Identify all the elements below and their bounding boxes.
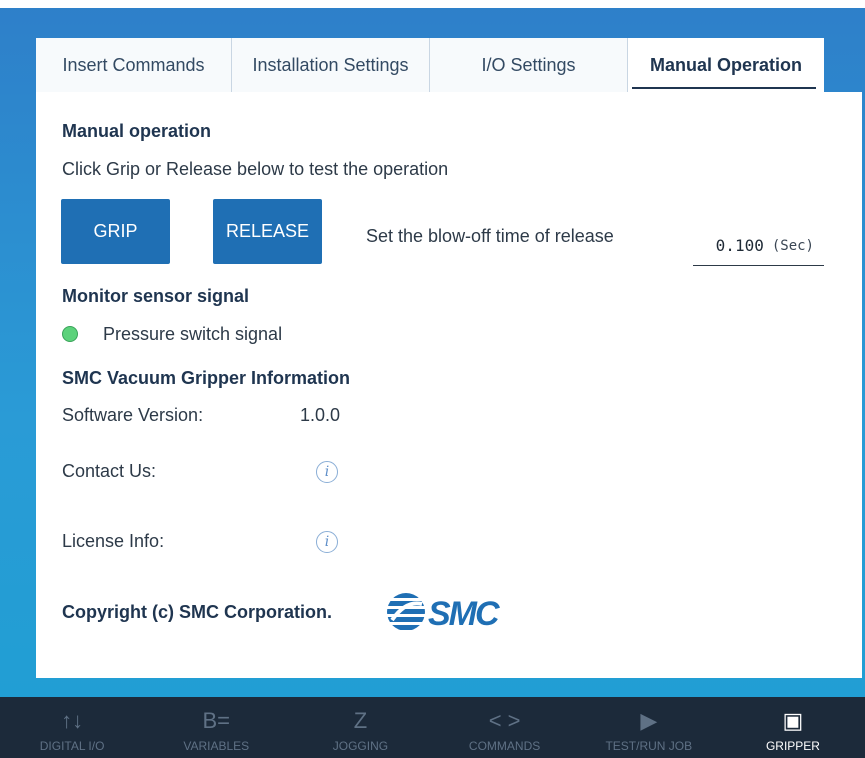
nav-commands[interactable]: < > COMMANDS <box>433 697 577 758</box>
tab-insert-commands[interactable]: Insert Commands <box>36 38 232 92</box>
play-icon: ▶ <box>640 708 658 733</box>
nav-jogging[interactable]: Z JOGGING <box>288 697 432 758</box>
blowoff-time-input[interactable]: 0.100 (Sec) <box>693 226 824 266</box>
license-info-label: License Info: <box>62 531 165 551</box>
digital-io-icon: ↑↓ <box>61 708 84 733</box>
tab-bar: Insert Commands Installation Settings I/… <box>36 38 824 92</box>
nav-digital-io-label: DIGITAL I/O <box>39 739 105 753</box>
nav-variables-label: VARIABLES <box>183 739 250 753</box>
blowoff-time-label: Set the blow-off time of release <box>366 226 614 246</box>
nav-gripper-label: GRIPPER <box>765 739 820 753</box>
top-strip <box>0 0 865 8</box>
info-heading: SMC Vacuum Gripper Information <box>62 368 351 388</box>
copyright-text: Copyright (c) SMC Corporation. <box>62 602 332 622</box>
app-frame: Insert Commands Installation Settings I/… <box>0 0 865 758</box>
manual-operation-heading: Manual operation <box>62 121 212 141</box>
nav-test-run-job-label: TEST/RUN JOB <box>605 739 693 753</box>
release-button[interactable]: RELEASE <box>213 199 322 264</box>
smc-logo-mark: SMC <box>387 593 502 633</box>
gripper-icon: ▣ <box>782 708 804 733</box>
tab-io-settings[interactable]: I/O Settings <box>430 38 628 92</box>
nav-test-run-job[interactable]: ▶ TEST/RUN JOB <box>577 697 721 758</box>
variables-icon: B= <box>202 708 231 733</box>
nav-variables[interactable]: B= VARIABLES <box>144 697 288 758</box>
tab-manual-operation[interactable]: Manual Operation <box>628 38 824 92</box>
pressure-switch-label: Pressure switch signal <box>103 324 283 344</box>
nav-commands-label: COMMANDS <box>468 739 541 753</box>
contact-us-label: Contact Us: <box>62 461 157 481</box>
nav-gripper[interactable]: ▣ GRIPPER <box>721 697 865 758</box>
commands-icon: < > <box>488 708 521 733</box>
blowoff-time-value: 0.100 <box>715 236 764 255</box>
smc-logo-text: SMC <box>428 595 500 633</box>
nav-jogging-label: JOGGING <box>332 739 389 753</box>
manual-operation-instruction: Click Grip or Release below to test the … <box>62 159 449 179</box>
contact-info-icon[interactable]: i <box>316 461 338 483</box>
pressure-status-led-icon <box>62 326 78 342</box>
grip-button[interactable]: GRIP <box>61 199 170 264</box>
monitor-heading: Monitor sensor signal <box>62 286 250 306</box>
active-tab-indicator <box>632 87 816 89</box>
smc-logo: SMC <box>384 590 524 634</box>
jogging-icon: Z <box>353 708 368 733</box>
blowoff-time-unit: (Sec) <box>771 237 814 254</box>
tab-installation-settings[interactable]: Installation Settings <box>232 38 430 92</box>
software-version-value: 1.0.0 <box>300 405 341 425</box>
license-info-icon[interactable]: i <box>316 531 338 553</box>
software-version-label: Software Version: <box>62 405 204 425</box>
bottom-nav: ↑↓ DIGITAL I/O B= VARIABLES Z JOGGING < … <box>0 697 865 758</box>
nav-digital-io[interactable]: ↑↓ DIGITAL I/O <box>0 697 144 758</box>
